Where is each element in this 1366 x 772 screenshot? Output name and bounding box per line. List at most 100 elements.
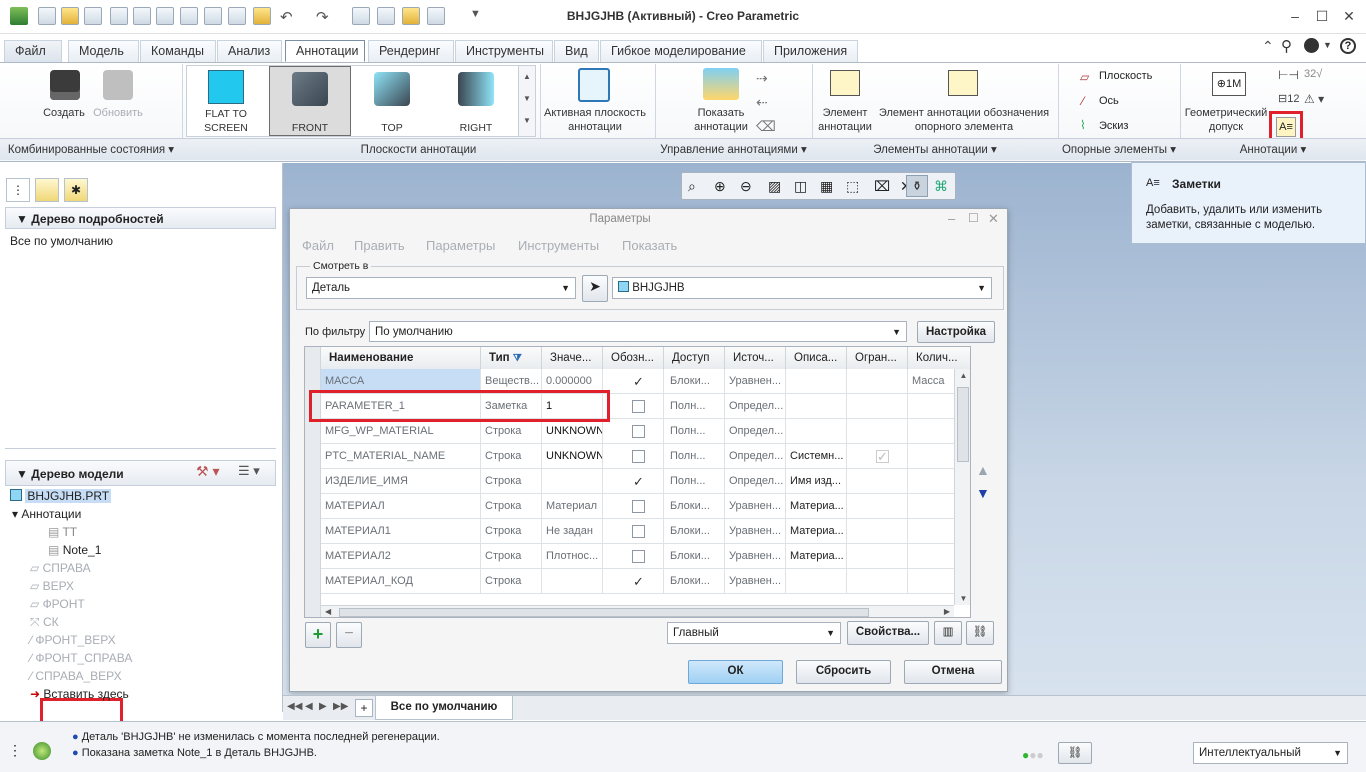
param-restricted[interactable] — [847, 469, 908, 494]
create-button[interactable]: Создать — [36, 106, 92, 120]
param-designated[interactable]: ✓ — [603, 569, 664, 594]
minimize-button[interactable]: – — [1284, 6, 1306, 26]
col-restricted[interactable]: Огран... — [847, 347, 908, 369]
tab-view[interactable]: Вид — [554, 40, 599, 62]
selection-filter-select[interactable]: Интеллектуальный ▼ — [1193, 742, 1348, 764]
close-button[interactable]: ✕ — [1338, 6, 1360, 26]
show-annotations-button[interactable]: Показать аннотации — [680, 106, 762, 134]
tab-analysis[interactable]: Анализ — [217, 40, 282, 62]
active-plane-icon[interactable] — [578, 68, 610, 102]
param-restricted[interactable] — [847, 419, 908, 444]
table-row[interactable]: МАТЕРИАЛ_КОД Строка ✓ Блоки... Уравнен... — [321, 569, 954, 594]
help-chevron-icon[interactable]: ▼ — [1323, 40, 1332, 50]
repaint-icon[interactable]: ▨ — [768, 178, 781, 195]
tree-item-note1[interactable]: ▤ Note_1 — [48, 541, 101, 559]
show-annotations-icon[interactable] — [703, 68, 739, 100]
table-columns-icon[interactable]: ▥ — [934, 621, 962, 645]
col-value[interactable]: Значе... — [542, 347, 603, 369]
group-annot-manage[interactable]: Управление аннотациями ▾ — [655, 138, 812, 160]
datum-feature-icon[interactable]: ⊟12 — [1278, 92, 1299, 105]
view-flat-to-screen[interactable]: FLAT TO SCREEN — [196, 107, 256, 135]
zoom-fit-icon[interactable]: ⌕ — [688, 178, 696, 195]
detail-tree-item[interactable]: Все по умолчанию — [10, 232, 113, 250]
view-flat-icon[interactable] — [208, 70, 244, 104]
properties-button[interactable]: Свойства... — [847, 621, 929, 645]
col-source[interactable]: Источ... — [725, 347, 786, 369]
tree-item-top[interactable]: ▱ ВЕРХ — [30, 577, 74, 595]
group-annotations[interactable]: Аннотации ▾ — [1180, 138, 1366, 160]
geom-tol-icon[interactable]: ⊕1M — [1212, 72, 1246, 96]
geom-tol-button[interactable]: Геометрический допуск — [1180, 106, 1272, 134]
maximize-button[interactable]: ☐ — [1311, 6, 1333, 26]
view-right-label[interactable]: RIGHT — [436, 121, 516, 135]
tab-tools[interactable]: Инструменты — [455, 40, 553, 62]
ok-button[interactable]: ОК — [688, 660, 783, 684]
dimension-icon[interactable]: ⊢⊣ — [1278, 68, 1299, 82]
surface-finish-icon[interactable]: 32√ — [1304, 68, 1322, 80]
look-in-select[interactable]: Деталь ▼ — [306, 277, 576, 299]
tree-root[interactable]: BHJGJHB.PRT — [10, 487, 112, 505]
checkbox-checked-icon[interactable]: ✓ — [632, 475, 645, 488]
col-access[interactable]: Доступ — [664, 347, 725, 369]
camera-create-icon[interactable] — [50, 70, 80, 100]
table-row[interactable]: МАТЕРИАЛ1 Строка Не задан Блоки... Уравнен..… — [321, 519, 954, 544]
detail-tree-header[interactable]: ▼ Дерево подробностей — [5, 207, 276, 229]
col-unit[interactable]: Колич... — [908, 347, 970, 369]
table-vscroll[interactable]: ▲ ▼ — [954, 369, 970, 605]
col-type[interactable]: Тип ⧩ — [481, 347, 542, 369]
model-tree-header[interactable]: ▼ Дерево модели — [5, 460, 276, 486]
object-field[interactable]: BHJGJHB ▼ — [612, 277, 992, 299]
table-row[interactable]: ИЗДЕЛИЕ_ИМЯ Строка ✓ Полн... Определ... Имя и… — [321, 469, 954, 494]
tree-item-csys[interactable]: ⤧ СК — [30, 613, 59, 631]
plane-button[interactable]: Плоскость — [1099, 70, 1152, 82]
tree-toggle-icon[interactable]: ⋮ — [8, 742, 22, 759]
browser-toggle-icon[interactable] — [33, 742, 51, 760]
remove-parameter-button[interactable]: − — [336, 622, 362, 648]
param-designated[interactable]: ✓ — [603, 369, 664, 394]
gallery-scroll[interactable]: ▲ ▼ ▼ — [518, 66, 535, 136]
sketch-button[interactable]: Эскиз — [1099, 120, 1128, 132]
col-name[interactable]: Наименование — [321, 347, 481, 369]
tree-item-right-top[interactable]: ⁄ СПРАВА_ВЕРХ — [30, 667, 122, 685]
datum-annot-icon[interactable] — [948, 70, 978, 96]
param-restricted[interactable] — [847, 394, 908, 419]
orient-icon[interactable]: ◫ — [794, 178, 807, 195]
checkbox-icon[interactable] — [632, 450, 645, 463]
zoom-out-icon[interactable]: ⊖ — [740, 178, 752, 195]
param-designated[interactable] — [603, 394, 664, 419]
checkbox-checked-icon[interactable]: ✓ — [632, 375, 645, 388]
reset-button[interactable]: Сбросить — [796, 660, 891, 684]
checkbox-icon[interactable] — [632, 400, 645, 413]
select-object-button[interactable]: ➤ — [582, 275, 608, 302]
tab-file[interactable]: Файл ▾ — [4, 40, 62, 78]
dialog-close-button[interactable]: ✕ — [988, 211, 999, 227]
dialog-menu-params[interactable]: Параметры — [426, 238, 495, 253]
dialog-menu-show[interactable]: Показать — [622, 238, 677, 253]
setup-button[interactable]: Настройка — [917, 321, 995, 343]
annot-display-icon[interactable]: ⚱ — [906, 175, 928, 197]
camera-icon[interactable]: ⌧ — [874, 178, 890, 195]
tree-item-front[interactable]: ▱ ФРОНТ — [30, 595, 85, 613]
table-hscroll[interactable]: ◀ ▶ — [321, 605, 954, 617]
tree-columns-icon[interactable]: ☰ ▾ — [238, 463, 260, 479]
symbol-icon[interactable]: ⚠ ▾ — [1304, 92, 1324, 106]
table-row[interactable]: МАТЕРИАЛ2 Строка Плотнос... Блоки... Уравнен… — [321, 544, 954, 569]
tab-annotations[interactable]: Аннотации — [285, 40, 365, 62]
main-select[interactable]: Главный ▼ — [667, 622, 841, 644]
checkbox-icon[interactable] — [632, 525, 645, 538]
param-designated[interactable] — [603, 494, 664, 519]
first-tab-icon[interactable]: ◀◀ — [287, 701, 302, 712]
dialog-menu-edit[interactable]: Править — [354, 238, 405, 253]
checkbox-icon[interactable] — [632, 425, 645, 438]
annot-element-button[interactable]: Элемент аннотации — [812, 106, 878, 134]
spin-center-icon[interactable]: ⌘ — [934, 178, 948, 195]
group-combined-states[interactable]: Комбинированные состояния ▾ — [0, 138, 182, 160]
help-center-icon[interactable] — [1304, 38, 1319, 53]
tree-insert-here[interactable]: ➜ Вставить здесь — [30, 685, 129, 703]
view-right-icon[interactable] — [458, 72, 494, 106]
zoom-in-icon[interactable]: ⊕ — [714, 178, 726, 195]
notes-icon[interactable]: A≡ — [1276, 117, 1296, 137]
axis-button[interactable]: Ось — [1099, 95, 1119, 107]
table-row[interactable]: MFG_WP_MATERIAL Строка UNKNOWN Полн... Опред… — [321, 419, 954, 444]
view-top-icon[interactable] — [374, 72, 410, 106]
